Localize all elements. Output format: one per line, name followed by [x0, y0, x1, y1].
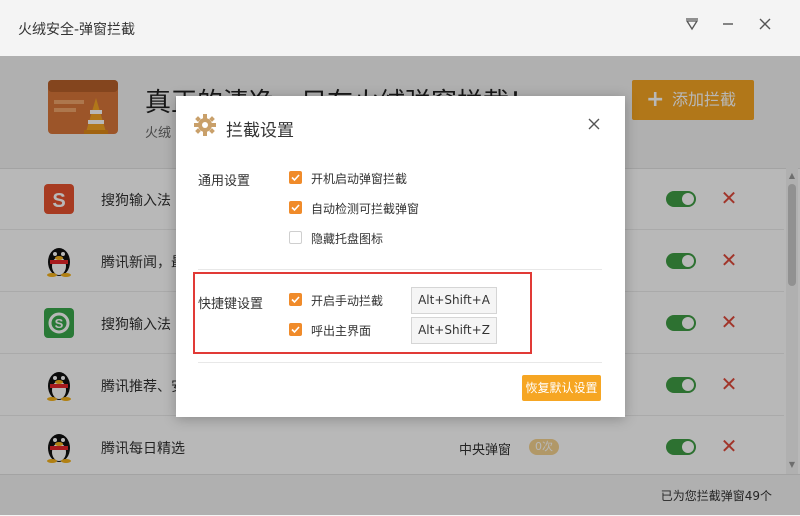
hotkey-settings-label: 快捷键设置 [198, 297, 264, 312]
minimize-icon[interactable] [718, 16, 738, 36]
close-icon[interactable] [755, 16, 775, 36]
checkbox-checked[interactable] [289, 323, 302, 336]
hotkey-field-manual-block[interactable]: Alt+Shift+A [411, 287, 497, 314]
divider [198, 269, 602, 270]
window-title: 火绒安全-弹窗拦截 [18, 22, 136, 38]
option-label: 开启手动拦截 [311, 294, 384, 308]
title-bar: 火绒安全-弹窗拦截 [0, 0, 800, 56]
settings-dialog: 拦截设置 通用设置 开机启动弹窗拦截 自动检测可拦截弹窗 隐藏托盘图标 快捷键设… [176, 96, 625, 417]
divider [198, 362, 602, 363]
checkbox-checked[interactable] [289, 201, 302, 214]
option-label: 呼出主界面 [311, 324, 372, 338]
option-label: 自动检测可拦截弹窗 [311, 202, 420, 216]
gear-icon [194, 114, 216, 136]
restore-defaults-button[interactable]: 恢复默认设置 [522, 375, 601, 401]
option-label: 开机启动弹窗拦截 [311, 172, 408, 186]
main-window: 火绒安全-弹窗拦截 真正的清净，只在火绒弹窗拦截！ 火绒 [0, 0, 800, 516]
close-icon[interactable] [584, 114, 604, 134]
dialog-title: 拦截设置 [226, 121, 294, 141]
menu-triangle-icon[interactable] [682, 16, 702, 36]
checkbox-checked[interactable] [289, 171, 302, 184]
option-label: 隐藏托盘图标 [311, 232, 384, 246]
checkbox-checked[interactable] [289, 293, 302, 306]
general-settings-label: 通用设置 [198, 174, 251, 189]
checkbox-unchecked[interactable] [289, 231, 302, 244]
hotkey-field-show-main[interactable]: Alt+Shift+Z [411, 317, 497, 344]
